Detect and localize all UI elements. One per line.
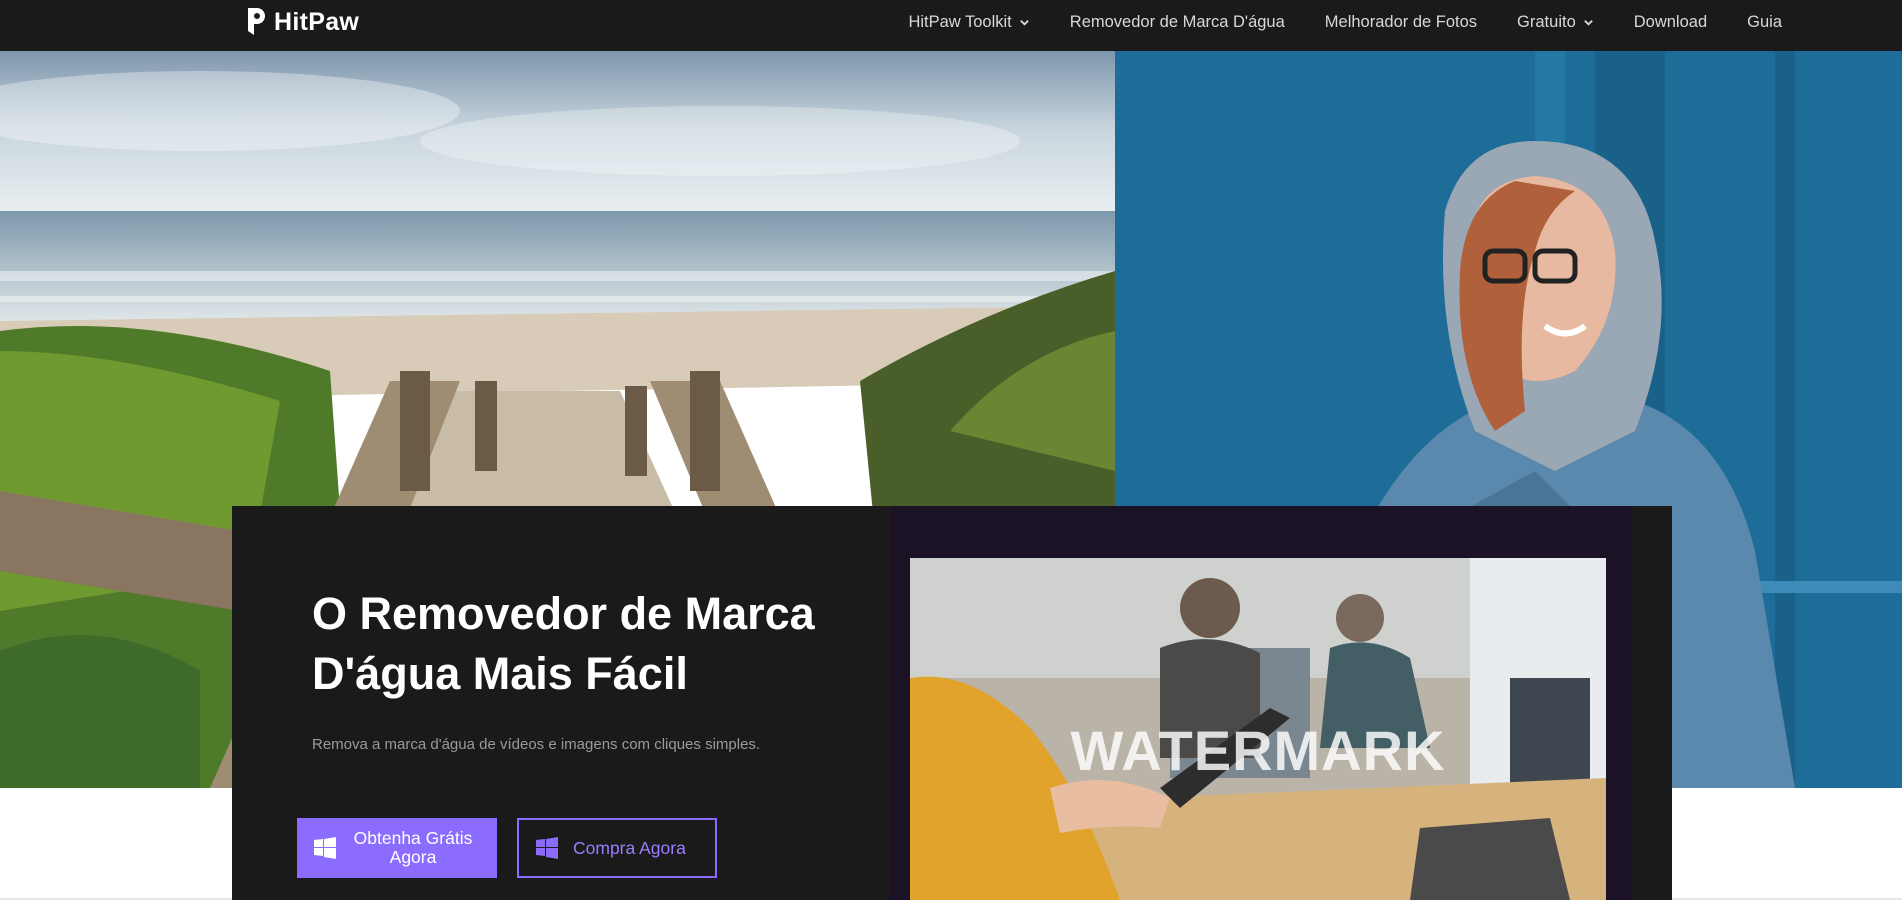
demo-image: WATERMARK (910, 558, 1606, 900)
watermark-text: WATERMARK (1070, 719, 1446, 782)
nav-item-label: Download (1633, 12, 1708, 31)
get-free-button-label: Obtenha Grátis Agora (353, 828, 473, 867)
nav-item-photo-enhancer[interactable]: Melhorador de Fotos (1325, 13, 1477, 32)
nav-item-label: Melhorador de Fotos (1324, 12, 1478, 31)
chevron-down-icon (1019, 19, 1029, 26)
windows-icon (314, 837, 336, 859)
page: HitPaw HitPaw Toolkit Removedor de Marca… (0, 0, 1902, 900)
windows-icon (536, 837, 558, 859)
hitpaw-logo-icon (248, 8, 265, 35)
brand-logo[interactable]: HitPaw (246, 6, 359, 38)
chevron-down-icon (1583, 19, 1593, 26)
demo-media-panel: WATERMARK (890, 506, 1632, 900)
nav-item-label: Removedor de Marca D'água (1069, 12, 1285, 31)
hero-title: O Removedor de Marca D'água Mais Fácil (312, 588, 815, 699)
top-navbar: HitPaw HitPaw Toolkit Removedor de Marca… (0, 0, 1902, 51)
nav-links: HitPaw Toolkit Removedor de Marca D'água… (908, 0, 1782, 44)
nav-item-label: Guia (1747, 12, 1782, 31)
buy-now-button-label: Compra Agora (573, 837, 686, 858)
nav-item-label: HitPaw Toolkit (908, 12, 1012, 31)
hero-card: O Removedor de Marca D'água Mais Fácil R… (232, 506, 1672, 900)
nav-item-label: Gratuito (1517, 12, 1576, 31)
nav-item-watermark-remover[interactable]: Removedor de Marca D'água (1070, 13, 1285, 32)
get-free-button[interactable]: Obtenha Grátis Agora (297, 818, 497, 878)
buy-now-button[interactable]: Compra Agora (517, 818, 717, 878)
brand-name: HitPaw (274, 7, 360, 36)
nav-item-download[interactable]: Download (1634, 13, 1707, 32)
nav-item-guide[interactable]: Guia (1747, 13, 1782, 32)
hero-subtitle: Remova a marca d'água de vídeos e imagen… (312, 736, 761, 753)
nav-item-hitpaw-toolkit[interactable]: HitPaw Toolkit (908, 13, 1029, 32)
nav-item-free[interactable]: Gratuito (1517, 13, 1594, 32)
